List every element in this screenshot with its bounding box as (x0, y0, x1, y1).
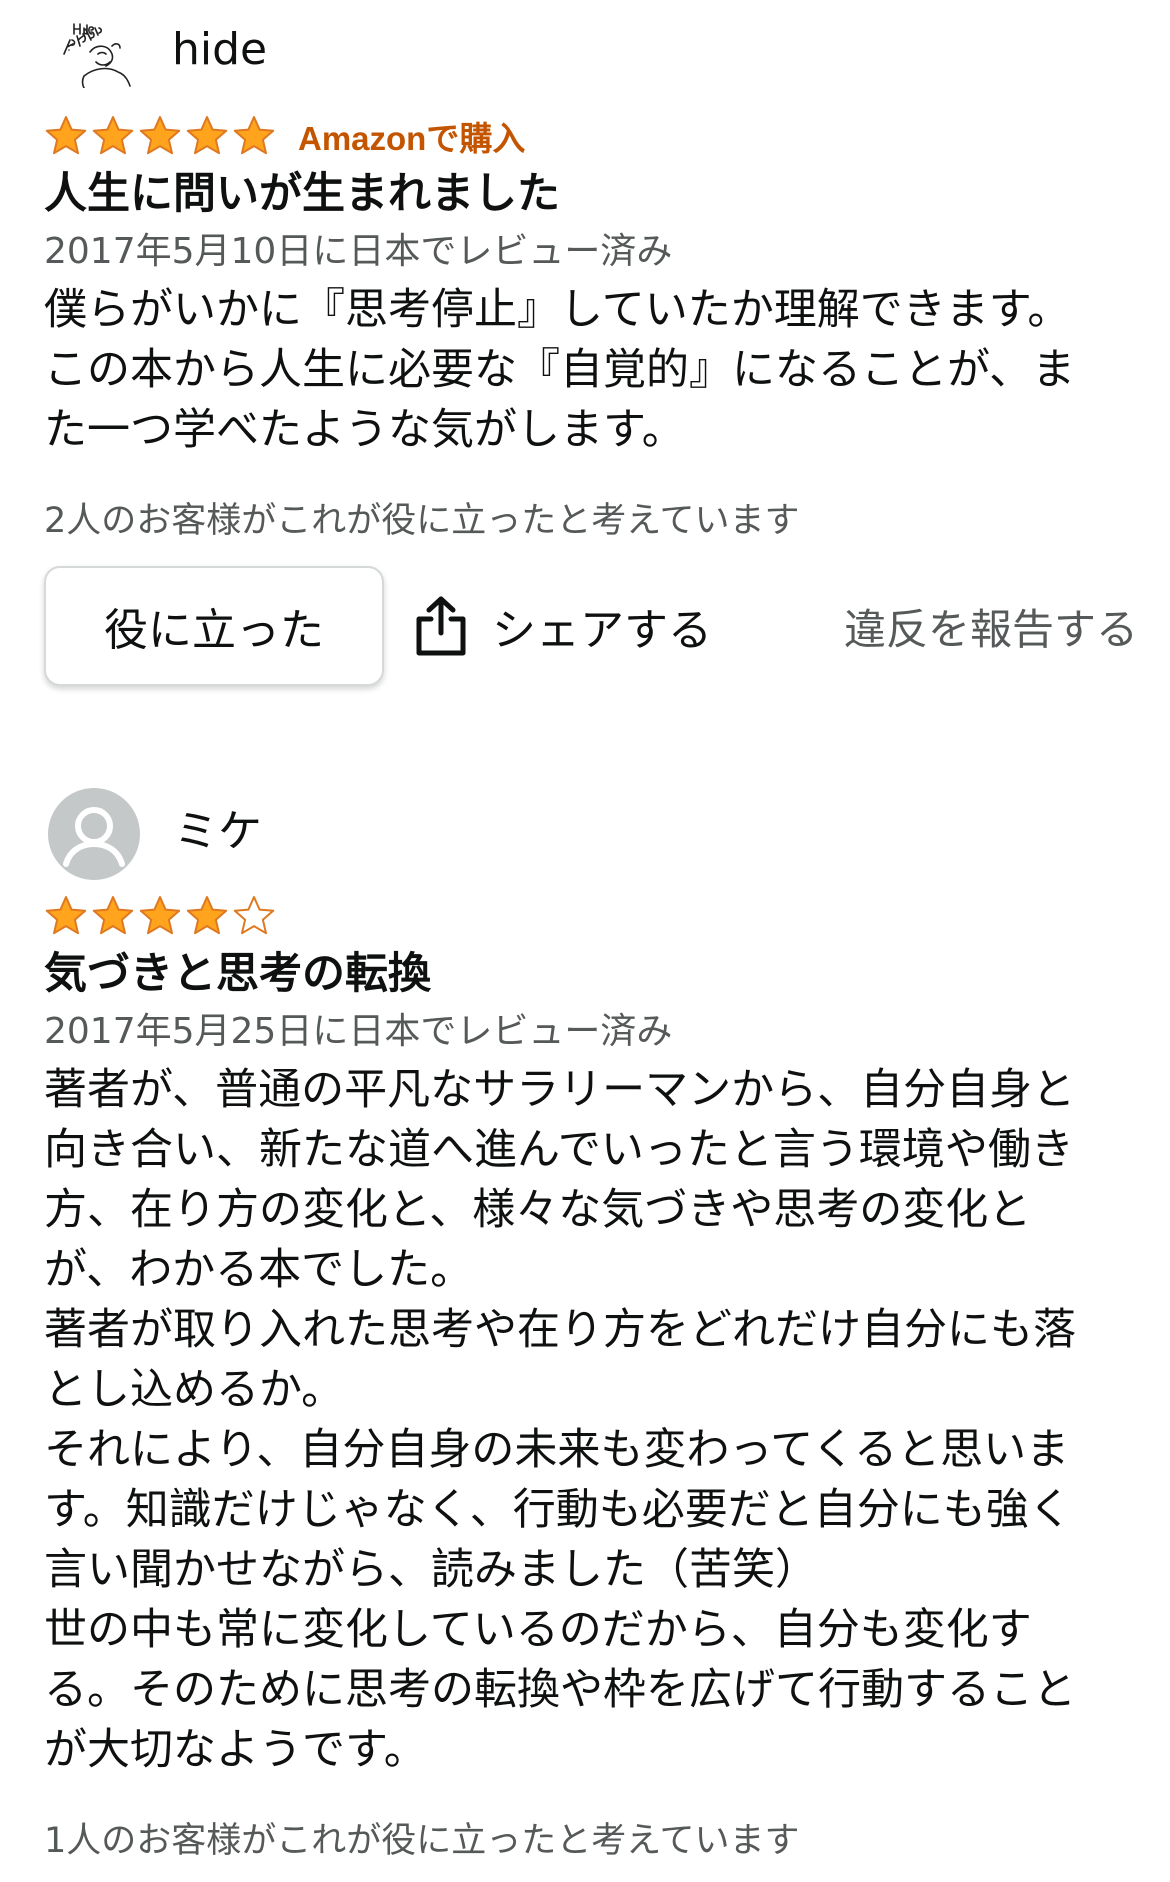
reviewer-profile[interactable]: ミケ (44, 780, 1134, 888)
star-filled-icon (45, 116, 87, 155)
review-body: 著者が、普通の平凡なサラリーマンから、自分自身と 向き合い、新たな道へ進んでいっ… (44, 1065, 1076, 1775)
reviewer-name: ミケ (174, 806, 262, 857)
rating-row (44, 888, 1134, 944)
reviewer-name: hide (172, 24, 268, 75)
review-card: ミケ 気づきと思考の転換 2017年5月25日に日本でレビュー済み 著者が、普通… (44, 780, 1134, 1866)
avatar (63, 23, 131, 88)
helpful-count: 1人のお客様がこれが役に立ったと考えています (44, 1821, 800, 1861)
review-date: 2017年5月25日に日本でレビュー済み (44, 1011, 673, 1052)
review-body: 僕らがいかに『思考停止』していたか理解できます。 この本から人生に必要な『自覚的… (44, 285, 1076, 455)
avatar (48, 788, 140, 880)
review-actions: 役に立った シェアする 違反を報告する (44, 566, 1138, 690)
star-filled-icon (139, 116, 181, 155)
star-filled-icon (186, 896, 228, 935)
share-label: シェアする (492, 605, 712, 656)
star-filled-icon (233, 116, 275, 155)
helpful-button[interactable]: 役に立った (44, 566, 384, 686)
star-rating[interactable] (44, 114, 276, 158)
star-filled-icon (45, 896, 87, 935)
verified-purchase-badge: Amazonで購入 (298, 120, 526, 157)
star-empty-icon (233, 896, 275, 935)
review-card: hide Amazonで購入 人生に問いが生まれました 2017年5月10日に日… (44, 0, 1138, 690)
star-filled-icon (186, 116, 228, 155)
helpful-count: 2人のお客様がこれが役に立ったと考えています (44, 501, 800, 541)
reviewer-profile[interactable]: hide (44, 0, 1134, 108)
star-rating[interactable] (44, 894, 276, 938)
star-filled-icon (92, 116, 134, 155)
review-title: 人生に問いが生まれました (44, 169, 560, 219)
review-title: 気づきと思考の転換 (44, 949, 431, 999)
share-button[interactable]: シェアする (414, 590, 712, 662)
star-filled-icon (92, 896, 134, 935)
star-filled-icon (139, 896, 181, 935)
report-abuse-link[interactable]: 違反を報告する (844, 590, 1138, 662)
default-user-icon (63, 807, 125, 867)
review-date: 2017年5月10日に日本でレビュー済み (44, 231, 673, 272)
rating-row: Amazonで購入 (44, 108, 1134, 164)
share-icon (416, 596, 466, 656)
